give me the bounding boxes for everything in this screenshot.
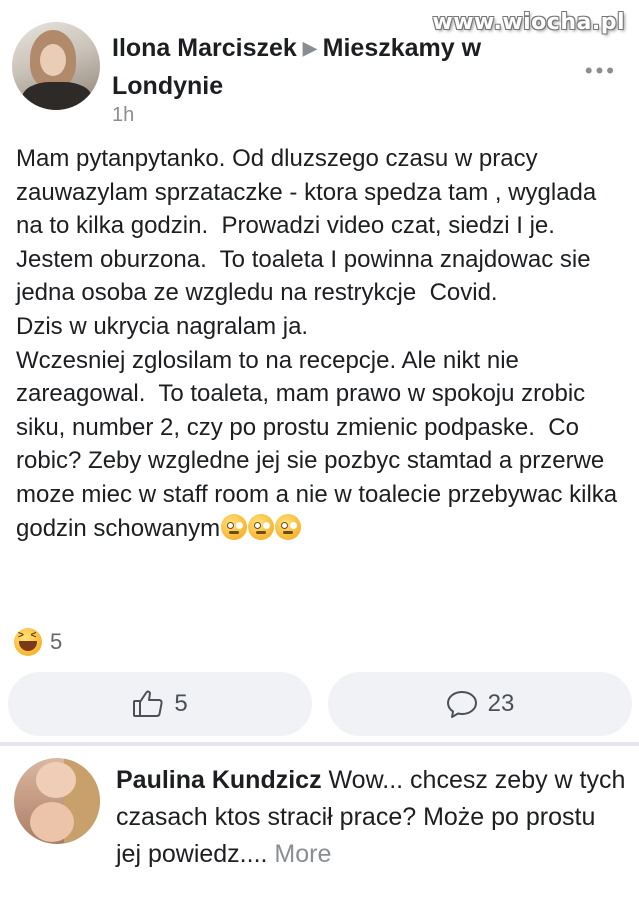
rolling-eyes-emoji-icon xyxy=(221,513,248,540)
post-body: Mam pytanpytanko. Od dluzszego czasu w p… xyxy=(16,142,626,545)
reactions-summary[interactable]: 5 xyxy=(14,628,62,656)
author-avatar[interactable] xyxy=(12,22,100,110)
rolling-eyes-emoji-icon xyxy=(248,513,275,540)
comment-body: Paulina Kundzicz Wow... chcesz zeby w ty… xyxy=(116,762,626,873)
more-options-icon[interactable]: ••• xyxy=(585,58,617,84)
author-name[interactable]: Ilona Marciszek xyxy=(112,34,297,62)
reaction-count: 5 xyxy=(50,629,63,654)
comment-button[interactable]: 23 xyxy=(328,672,632,736)
commenter-avatar[interactable] xyxy=(14,758,100,844)
post-author-line: Ilona Marciszek ▶ Mieszkamy w Londynie xyxy=(112,30,582,104)
commenter-name[interactable]: Paulina Kundzicz xyxy=(116,766,322,794)
post-text: Mam pytanpytanko. Od dluzszego czasu w p… xyxy=(16,145,618,542)
thumbs-up-icon xyxy=(132,689,164,719)
arrow-right-icon: ▶ xyxy=(302,38,317,58)
comment-count: 23 xyxy=(487,690,515,717)
post-timestamp[interactable]: 1h xyxy=(112,104,134,127)
see-more-link[interactable]: More xyxy=(274,840,331,868)
watermark: www.wiocha.pl xyxy=(432,10,625,35)
comment-item: Paulina Kundzicz Wow... chcesz zeby w ty… xyxy=(0,746,639,900)
rolling-eyes-emoji-icon xyxy=(275,513,302,540)
like-button[interactable]: 5 xyxy=(8,672,312,736)
comment-bubble-icon xyxy=(446,689,478,719)
laughing-face-icon xyxy=(14,628,42,656)
like-count: 5 xyxy=(174,690,188,717)
